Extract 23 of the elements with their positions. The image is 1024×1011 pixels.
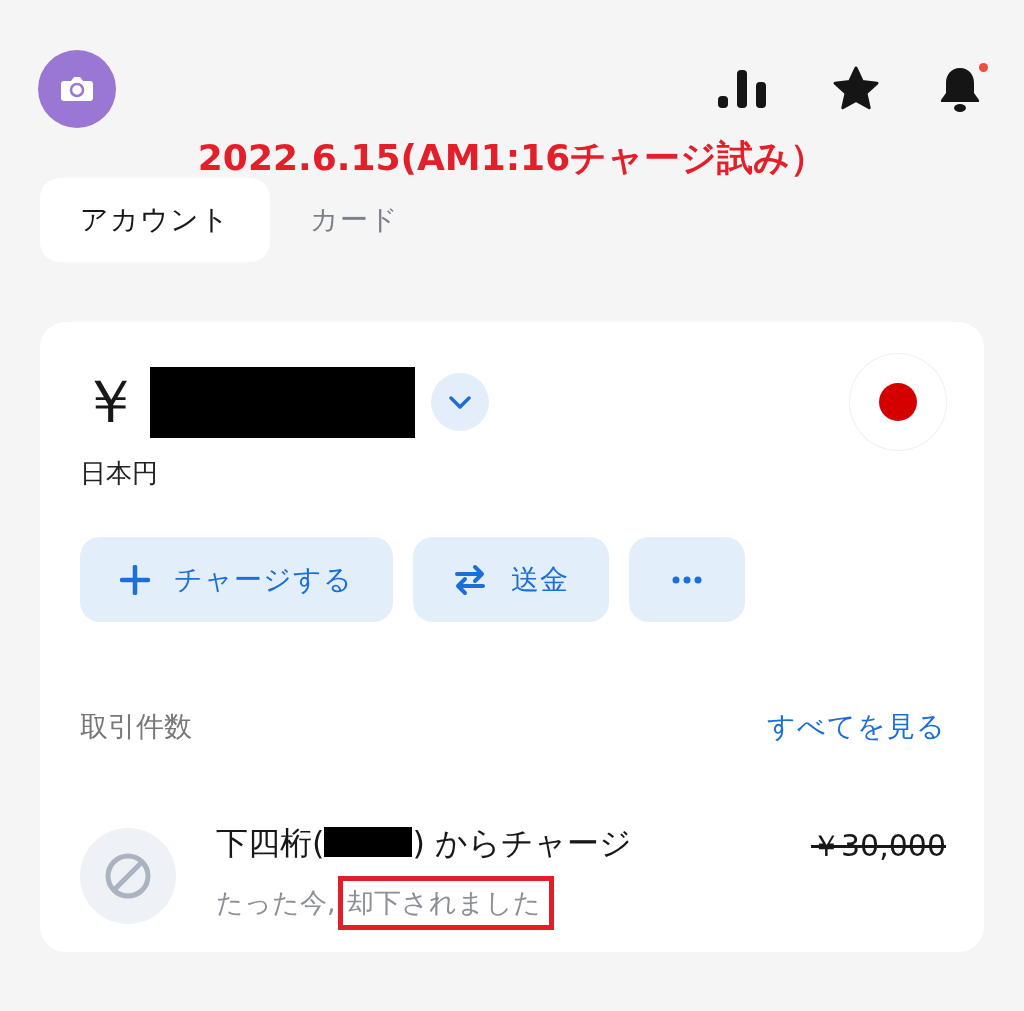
star-icon[interactable] xyxy=(832,66,880,112)
bar-chart-icon[interactable] xyxy=(718,70,766,108)
flag-icon xyxy=(879,383,917,421)
transaction-time: たった今, xyxy=(216,886,336,920)
section-title: 取引件数 xyxy=(80,709,192,745)
see-all-link[interactable]: すべてを見る xyxy=(767,708,946,746)
swap-arrows-icon xyxy=(453,563,487,596)
more-icon xyxy=(672,575,702,584)
currency-symbol: ￥ xyxy=(80,364,140,438)
transaction-status: 却下されました xyxy=(337,876,554,930)
prohibited-icon xyxy=(104,852,152,900)
tab[interactable]: アカウント xyxy=(40,178,270,262)
currency-name: 日本円 xyxy=(80,457,159,490)
plus-icon xyxy=(120,564,150,595)
chevron-down-icon xyxy=(449,395,471,409)
tab[interactable]: カード xyxy=(270,178,439,262)
camera-icon xyxy=(60,75,94,103)
transfer-button[interactable]: 送金 xyxy=(413,537,609,622)
bell-icon[interactable] xyxy=(938,65,982,113)
transaction-amount: ￥30,000 xyxy=(811,827,946,865)
charge-button[interactable]: チャージする xyxy=(80,537,393,622)
annotation-text: 2022.6.15(AM1:16チャージ試み） xyxy=(196,136,828,180)
transaction-title: 下四桁( ) からチャージ xyxy=(216,823,634,864)
